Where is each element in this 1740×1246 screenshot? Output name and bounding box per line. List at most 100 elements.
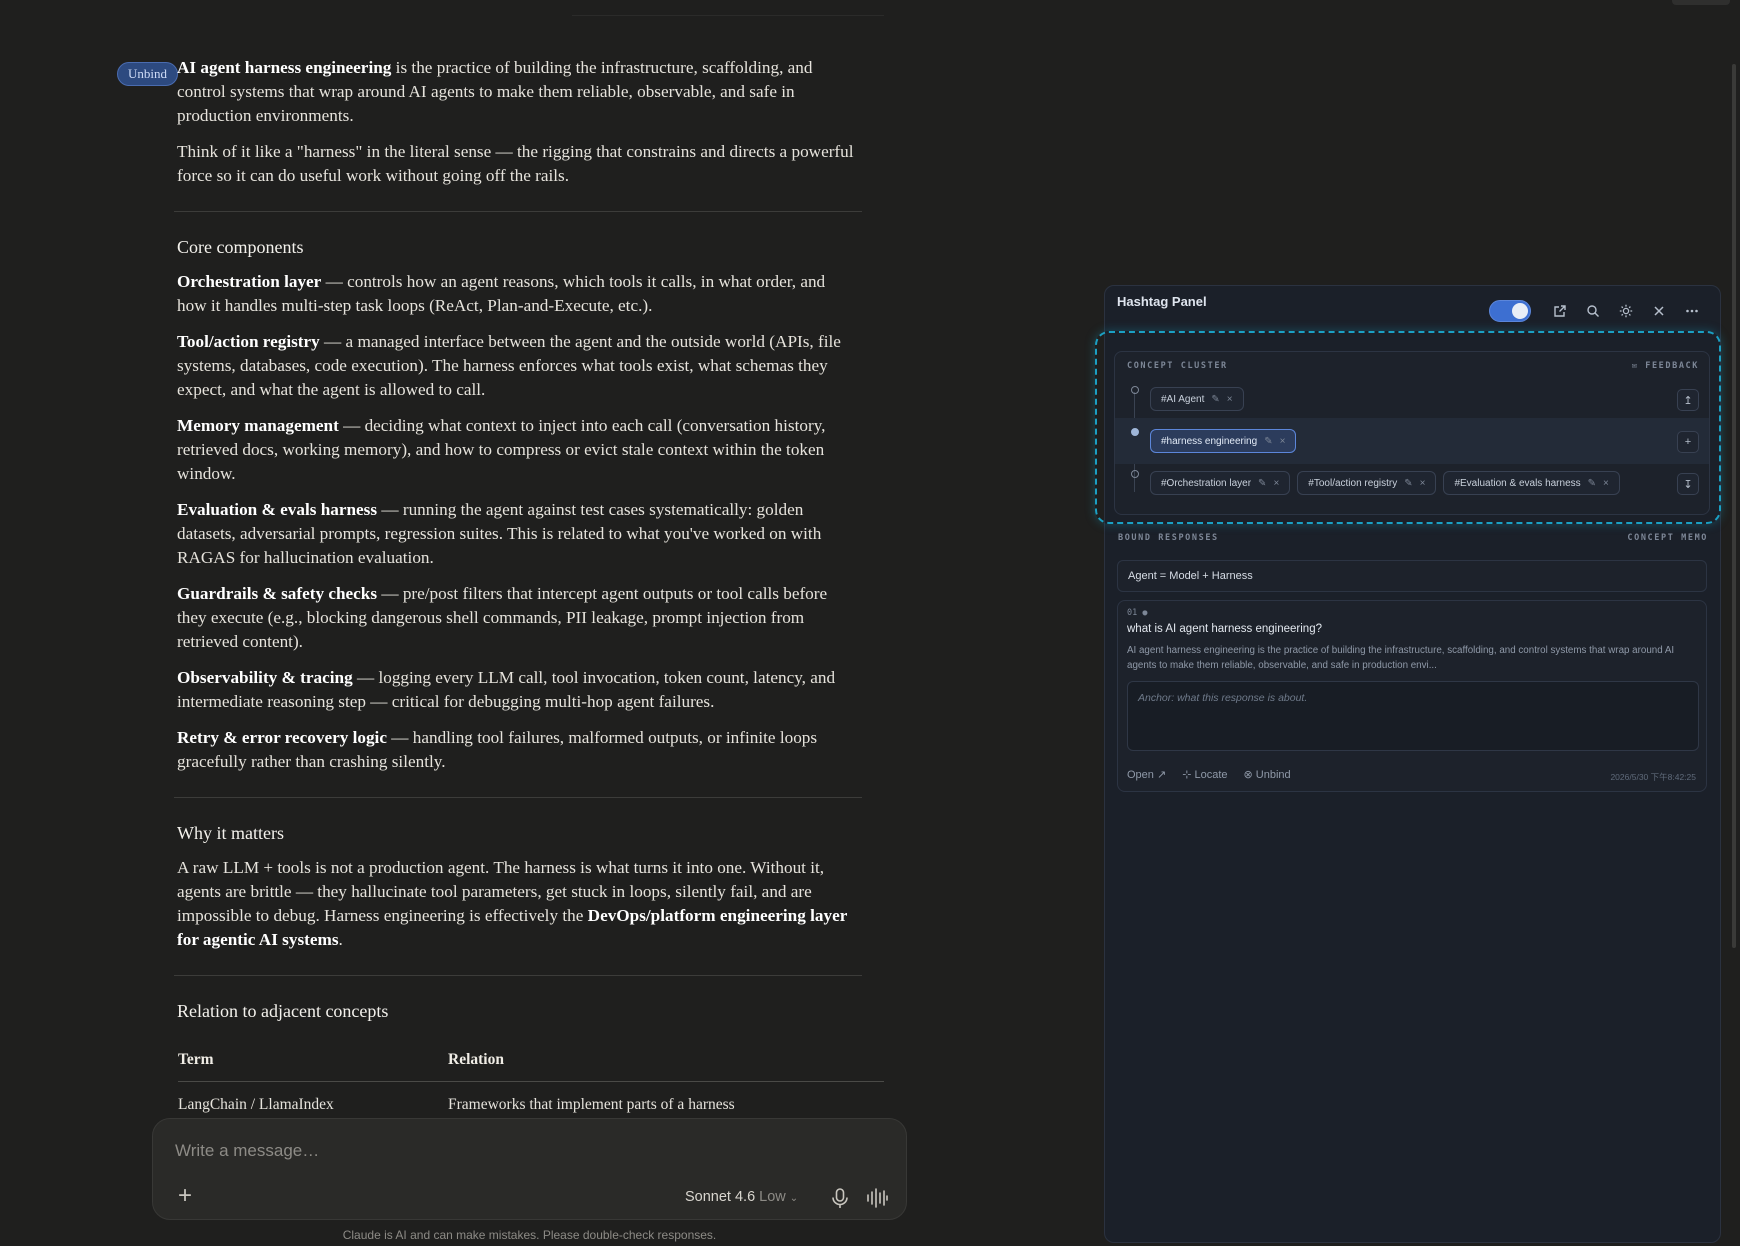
table-header-term: Term bbox=[178, 1034, 448, 1082]
external-link-icon[interactable] bbox=[1543, 299, 1576, 323]
component-item: Retry & error recovery logic — handling … bbox=[177, 726, 859, 774]
component-item: Guardrails & safety checks — pre/post fi… bbox=[177, 582, 859, 654]
divider bbox=[174, 797, 862, 798]
search-icon[interactable] bbox=[1576, 299, 1609, 323]
edit-pencil-icon[interactable]: ✎ bbox=[1588, 478, 1596, 489]
cluster-row: #Orchestration layer ✎ × #Tool/action regis… bbox=[1115, 460, 1709, 506]
panel-enable-toggle[interactable] bbox=[1489, 300, 1531, 322]
remove-tag-icon[interactable]: × bbox=[1273, 478, 1279, 489]
edit-pencil-icon[interactable]: ✎ bbox=[1264, 436, 1272, 447]
table-header-relation: Relation bbox=[448, 1034, 884, 1082]
feedback-button[interactable]: ✉ FEEDBACK bbox=[1632, 361, 1699, 371]
hashtag-label: #Evaluation & evals harness bbox=[1454, 477, 1581, 489]
theme-sun-icon[interactable] bbox=[1609, 299, 1642, 323]
analogy-paragraph: Think of it like a "harness" in the lite… bbox=[177, 142, 854, 185]
hashtag-label: #harness engineering bbox=[1161, 435, 1258, 447]
cluster-node-icon bbox=[1131, 470, 1139, 478]
response-index-number: 01 bbox=[1127, 608, 1138, 618]
cluster-node-icon bbox=[1131, 428, 1139, 436]
edit-pencil-icon[interactable]: ✎ bbox=[1258, 478, 1266, 489]
model-name: Sonnet 4.6 bbox=[685, 1189, 756, 1205]
component-item: Evaluation & evals harness — running the… bbox=[177, 498, 859, 570]
component-name: Orchestration layer bbox=[177, 272, 322, 291]
intro-paragraph: AI agent harness engineering is the prac… bbox=[177, 56, 859, 128]
cluster-row-action-button[interactable]: ↥ bbox=[1677, 389, 1699, 411]
hashtag-label: #Orchestration layer bbox=[1161, 477, 1252, 489]
intro-bold: AI agent harness engineering bbox=[177, 58, 392, 77]
page-scrollbar[interactable] bbox=[1732, 64, 1736, 948]
disclaimer-text: Claude is AI and can make mistakes. Plea… bbox=[342, 1228, 717, 1242]
panel-title: Hashtag Panel bbox=[1117, 294, 1207, 309]
hashtag-chip[interactable]: #Evaluation & evals harness ✎ × bbox=[1443, 471, 1620, 495]
assistant-message: AI agent harness engineering is the prac… bbox=[174, 56, 884, 1123]
component-name: Retry & error recovery logic bbox=[177, 728, 387, 747]
cluster-row-action-button[interactable]: ↧ bbox=[1677, 473, 1699, 495]
unbind-chip-button[interactable]: Unbind bbox=[117, 62, 178, 86]
cluster-row: #AI Agent ✎ × ↥ bbox=[1115, 376, 1709, 422]
cluster-row: #harness engineering ✎ × + bbox=[1115, 418, 1709, 464]
concept-memo-field[interactable]: Agent = Model + Harness bbox=[1117, 560, 1707, 592]
component-name: Guardrails & safety checks bbox=[177, 584, 378, 603]
component-name: Tool/action registry bbox=[177, 332, 320, 351]
why-heading: Why it matters bbox=[177, 823, 284, 843]
hashtag-chip[interactable]: #Orchestration layer ✎ × bbox=[1150, 471, 1291, 495]
open-button[interactable]: Open ↗ bbox=[1127, 768, 1166, 781]
tag-group: #Orchestration layer ✎ × #Tool/action regis… bbox=[1150, 471, 1620, 495]
concept-cluster: CONCEPT CLUSTER ✉ FEEDBACK #AI Agent ✎ × ↥ #… bbox=[1114, 351, 1710, 515]
relation-heading: Relation to adjacent concepts bbox=[177, 1001, 389, 1021]
hashtag-label: #Tool/action registry bbox=[1308, 477, 1398, 489]
response-actions: Open ↗ ⊹ Locate ⊗ Unbind bbox=[1127, 768, 1291, 781]
component-name: Memory management bbox=[177, 416, 339, 435]
anchor-input[interactable]: Anchor: what this response is about. bbox=[1127, 681, 1699, 751]
remove-tag-icon[interactable]: × bbox=[1280, 436, 1286, 447]
remove-tag-icon[interactable]: × bbox=[1227, 394, 1233, 405]
top-edge bbox=[572, 0, 884, 16]
response-timestamp: 2026/5/30 下午8:42:25 bbox=[1610, 772, 1696, 782]
why-end: . bbox=[338, 930, 343, 949]
component-item: Memory management — deciding what contex… bbox=[177, 414, 859, 486]
bound-responses-label: BOUND RESPONSES bbox=[1118, 533, 1219, 543]
voice-mode-icon[interactable] bbox=[865, 1187, 889, 1209]
edit-pencil-icon[interactable]: ✎ bbox=[1211, 394, 1219, 405]
locate-button[interactable]: ⊹ Locate bbox=[1182, 768, 1227, 781]
microphone-icon[interactable] bbox=[830, 1187, 850, 1209]
effort-level: Low bbox=[759, 1189, 786, 1205]
add-attachment-button[interactable]: + bbox=[173, 1184, 197, 1209]
chevron-down-icon: ⌄ bbox=[789, 1193, 799, 1204]
component-name: Evaluation & evals harness bbox=[177, 500, 378, 519]
tag-group: #harness engineering ✎ × bbox=[1150, 429, 1297, 453]
remove-tag-icon[interactable]: × bbox=[1603, 478, 1609, 489]
component-item: Tool/action registry — a managed interfa… bbox=[177, 330, 859, 402]
hashtag-panel: Hashtag Panel CONCEPT CLUSTER ✉ FEEDBACK… bbox=[1095, 285, 1721, 1243]
core-components-heading: Core components bbox=[177, 237, 304, 257]
hashtag-chip[interactable]: #AI Agent ✎ × bbox=[1150, 387, 1244, 411]
unbind-button[interactable]: ⊗ Unbind bbox=[1244, 768, 1291, 781]
component-name: Observability & tracing bbox=[177, 668, 353, 687]
more-options-icon[interactable] bbox=[1675, 299, 1708, 323]
cluster-row-action-button[interactable]: + bbox=[1677, 431, 1699, 453]
component-item: Orchestration layer — controls how an ag… bbox=[177, 270, 859, 318]
message-composer[interactable]: Write a message… + Sonnet 4.6 Low ⌄ bbox=[152, 1118, 907, 1220]
hashtag-chip[interactable]: #harness engineering ✎ × bbox=[1150, 429, 1297, 453]
hashtag-chip[interactable]: #Tool/action registry ✎ × bbox=[1297, 471, 1437, 495]
why-paragraph: A raw LLM + tools is not a production ag… bbox=[177, 856, 859, 952]
remove-tag-icon[interactable]: × bbox=[1420, 478, 1426, 489]
feedback-icon: ✉ bbox=[1631, 361, 1646, 371]
hashtag-label: #AI Agent bbox=[1161, 393, 1205, 405]
model-selector[interactable]: Sonnet 4.6 Low ⌄ bbox=[685, 1189, 798, 1205]
edit-pencil-icon[interactable]: ✎ bbox=[1404, 478, 1412, 489]
table-cell-relation: Frameworks that implement parts of a har… bbox=[448, 1096, 735, 1113]
response-question: what is AI agent harness engineering? bbox=[1127, 623, 1322, 635]
divider bbox=[174, 211, 862, 212]
message-input[interactable]: Write a message… bbox=[175, 1141, 319, 1161]
table-cell-term: LangChain / LlamaIndex bbox=[178, 1096, 334, 1113]
top-right-edge bbox=[1672, 0, 1730, 5]
response-index: 01 ● bbox=[1127, 608, 1148, 618]
concept-cluster-label: CONCEPT CLUSTER bbox=[1127, 361, 1228, 371]
relation-table: Term Relation LangChain / LlamaIndex Fra… bbox=[178, 1034, 884, 1123]
response-excerpt: AI agent harness engineering is the prac… bbox=[1127, 645, 1675, 671]
tag-group: #AI Agent ✎ × bbox=[1150, 387, 1244, 411]
close-icon[interactable] bbox=[1642, 299, 1675, 323]
component-item: Observability & tracing — logging every … bbox=[177, 666, 859, 714]
concept-memo-tab[interactable]: CONCEPT MEMO bbox=[1627, 533, 1708, 543]
